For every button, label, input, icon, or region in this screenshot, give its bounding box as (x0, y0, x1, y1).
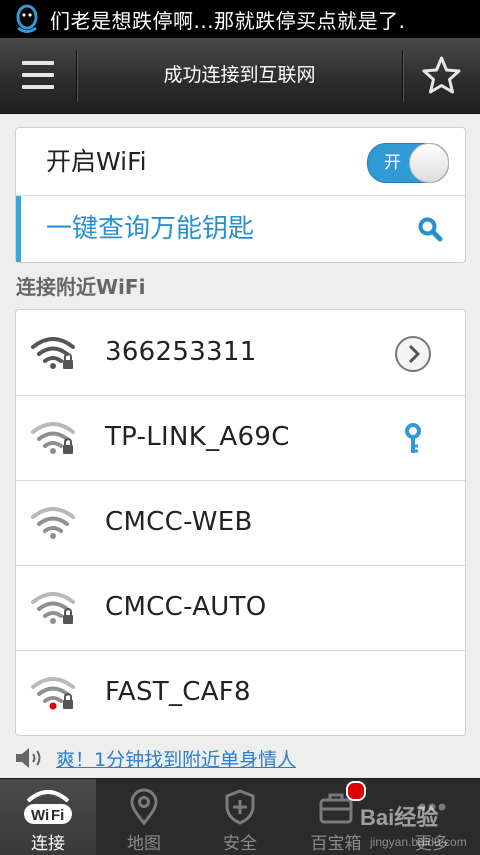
query-key-button[interactable]: 一键查询万能钥匙 (16, 196, 465, 262)
wifi-toggle-label: 开启WiFi (46, 147, 147, 176)
nearby-wifi-list: 366253311 TP-LINK_A69C CMCC-WEB CMCC-AUTO FA… (15, 309, 466, 736)
wifi-network-row[interactable]: FAST_CAF8 (16, 650, 465, 735)
wifi-icon (31, 505, 77, 541)
wifi-network-row[interactable]: CMCC-WEB (16, 480, 465, 566)
query-key-label: 一键查询万能钥匙 (46, 214, 255, 244)
wifi-toggle-switch[interactable]: 开 (367, 143, 449, 183)
shield-icon (225, 789, 255, 825)
watermark-logo: Bai经验 (360, 805, 439, 830)
search-icon (418, 217, 443, 242)
svg-text:Fi: Fi (51, 807, 64, 824)
title-bar: 成功连接到互联网 (0, 38, 480, 114)
tab-security[interactable]: 安全 (192, 779, 288, 855)
wifi-network-row[interactable]: CMCC-AUTO (16, 565, 465, 651)
wifi-ssid: TP-LINK_A69C (105, 422, 290, 452)
menu-button[interactable] (0, 38, 76, 113)
wifi-ssid: FAST_CAF8 (105, 677, 251, 707)
wifi-lock-red-icon (31, 675, 77, 711)
tab-connect[interactable]: Wi Fi 连接 (0, 779, 96, 855)
favorites-button[interactable] (403, 38, 480, 113)
wifi-toggle-row: 开启WiFi 开 (16, 128, 465, 196)
chevron-right-icon[interactable] (394, 335, 432, 373)
star-icon (422, 56, 461, 94)
svg-text:Wi: Wi (31, 807, 49, 824)
wifi-lock-icon (31, 335, 77, 371)
menu-icon (22, 61, 54, 65)
promo-link[interactable]: 爽！1分钟找到附近单身情人 (56, 745, 296, 772)
key-icon[interactable] (394, 420, 432, 458)
wifi-lock-icon (31, 420, 77, 456)
tab-label: 连接 (31, 834, 65, 854)
notification-bar: 们老是想跌停啊...那就跌停买点就是了. (0, 0, 480, 38)
watermark-url: jingyan.baidu.com (370, 835, 467, 849)
wifi-logo-icon: Wi Fi (24, 790, 72, 824)
wifi-network-row[interactable]: TP-LINK_A69C (16, 395, 465, 481)
notification-text: 们老是想跌停啊...那就跌停买点就是了. (50, 8, 406, 33)
tab-map[interactable]: 地图 (96, 779, 192, 855)
tab-label: 地图 (127, 834, 161, 854)
promo-banner: 爽！1分钟找到附近单身情人 (14, 742, 296, 774)
nearby-wifi-section-title: 连接附近WiFi (16, 275, 146, 299)
wifi-network-row[interactable]: 366253311 (16, 310, 465, 396)
page-title: 成功连接到互联网 (163, 64, 316, 86)
wifi-ssid: CMCC-AUTO (105, 592, 267, 622)
wifi-toggle-state: 开 (384, 153, 401, 173)
toolbox-notification-dot (346, 781, 366, 801)
wifi-settings-card: 开启WiFi 开 一键查询万能钥匙 (15, 127, 466, 263)
wifi-ssid: 366253311 (105, 337, 257, 367)
toggle-knob (409, 143, 449, 183)
tab-label: 安全 (223, 834, 257, 854)
speaker-icon (16, 748, 41, 768)
qq-penguin-icon (16, 4, 38, 33)
wifi-lock-icon (31, 590, 77, 626)
wifi-ssid: CMCC-WEB (105, 507, 253, 537)
map-pin-icon (130, 788, 158, 826)
